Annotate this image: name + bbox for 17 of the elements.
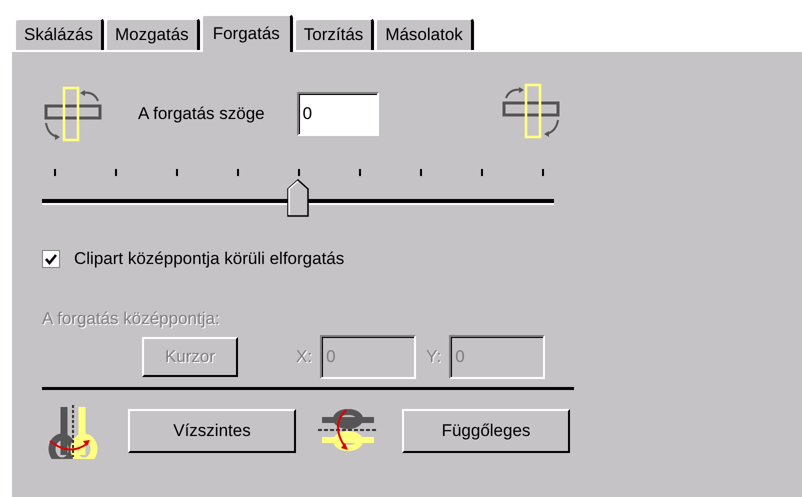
tab[interactable]: Másolatok [375, 18, 474, 50]
checkbox-label: Clipart középpontja körüli elforgatás [74, 249, 344, 269]
vertical-button[interactable]: Függőleges [402, 409, 570, 453]
center-label: A forgatás középpontja: [42, 309, 221, 329]
tab[interactable]: Skálázás [14, 18, 104, 50]
y-label: Y: [426, 347, 442, 367]
angle-field[interactable]: 0 [296, 92, 379, 136]
tab[interactable]: Torzítás [294, 18, 374, 50]
x-label: X: [296, 347, 312, 367]
tab[interactable]: Mozgatás [104, 18, 200, 50]
tab[interactable]: Forgatás [200, 14, 293, 52]
rotate-icon [500, 82, 562, 140]
horizontal-button[interactable]: Vízszintes [128, 409, 296, 453]
angle-label: A forgatás szöge [138, 104, 265, 124]
rotate-icon [42, 84, 104, 142]
slider-thumb[interactable] [287, 179, 309, 217]
checkbox[interactable] [42, 250, 60, 268]
